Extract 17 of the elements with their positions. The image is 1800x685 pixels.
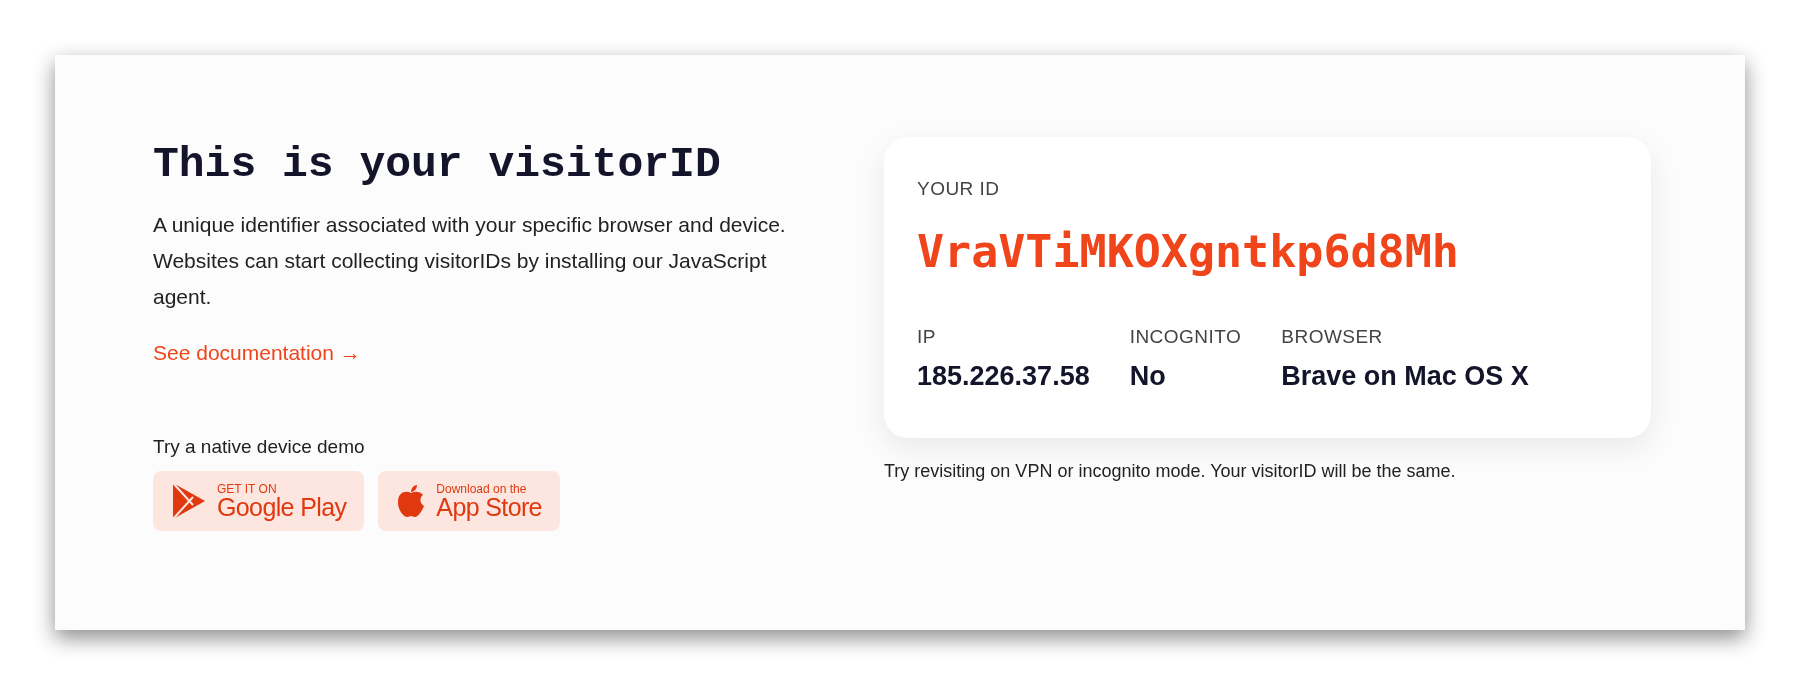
store-button[interactable]: GET IT ON Google Play <box>153 471 365 531</box>
field-value: Brave on Mac OS X <box>1281 359 1529 393</box>
store-button[interactable]: Download on the App Store <box>378 471 560 531</box>
page-title: This is your visitorID <box>153 139 722 191</box>
description-text: A unique identifier associated with your specific browser and device. Websites can start collecting visitorIDs by installing our JavaScript agent. <box>153 212 787 310</box>
note-text: Try revisiting on VPN or incognito mode. Your visitorID will be the same. <box>884 460 1457 483</box>
field-label: INCOGNITO <box>1129 325 1242 349</box>
field-value: 185.226.37.58 <box>917 359 1090 393</box>
field-label: BROWSER <box>1281 325 1384 349</box>
field-label: IP <box>917 325 937 349</box>
field-value: No <box>1129 359 1167 393</box>
play-triangle-icon <box>171 481 207 521</box>
demo-label: Try a native device demo <box>153 434 366 459</box>
visitor-id: VraVTiMKOXgntkp6d8Mh <box>917 223 1460 280</box>
documentation-link[interactable]: See documentation → <box>153 337 361 369</box>
id-label: YOUR ID <box>917 177 1001 201</box>
apple-icon <box>396 484 427 518</box>
